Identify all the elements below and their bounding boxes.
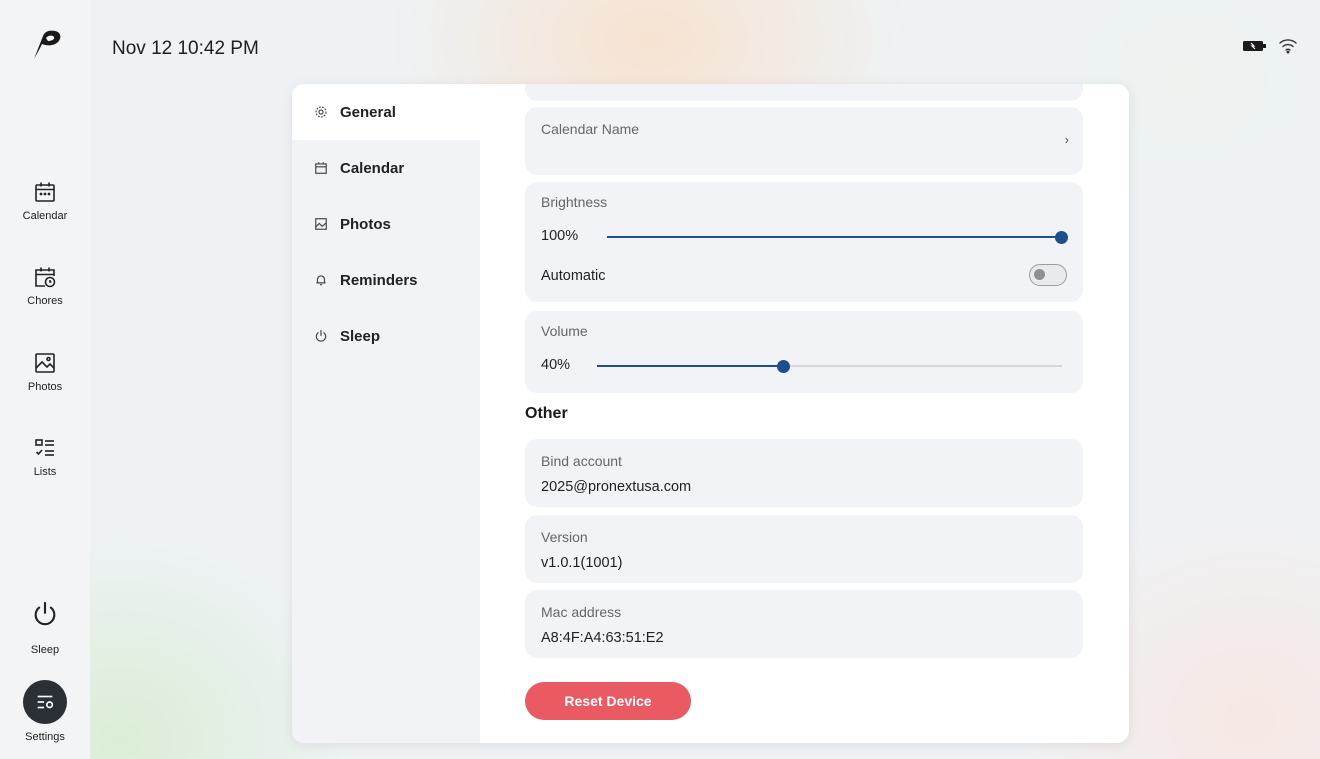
- bind-account-card: Bind account 2025@pronextusa.com: [525, 439, 1083, 507]
- mac-address-label: Mac address: [541, 604, 622, 620]
- mac-address-value: A8:4F:A4:63:51:E2: [541, 630, 664, 646]
- settings-nav-label: Reminders: [340, 271, 418, 289]
- volume-label: Volume: [541, 323, 588, 339]
- wifi-icon: [1279, 39, 1297, 54]
- settings-nav-calendar[interactable]: Calendar: [292, 140, 480, 196]
- lists-icon: [35, 439, 54, 456]
- rail-label-sleep: Sleep: [30, 644, 60, 656]
- rail-item-settings[interactable]: Settings: [0, 680, 90, 743]
- bind-account-label: Bind account: [541, 453, 622, 469]
- volume-slider[interactable]: [597, 359, 1062, 373]
- calendar-icon: [35, 182, 55, 202]
- version-label: Version: [541, 529, 588, 545]
- rail-label-settings: Settings: [25, 731, 65, 743]
- other-section-title: Other: [525, 405, 568, 422]
- scrolled-card: [525, 84, 1083, 101]
- volume-slider-fill: [597, 365, 783, 367]
- brightness-slider[interactable]: [607, 230, 1068, 244]
- settings-nav-label: Photos: [340, 215, 391, 233]
- volume-slider-thumb[interactable]: [776, 359, 790, 373]
- photos-icon: [35, 353, 55, 373]
- rail-item-chores[interactable]: Chores: [0, 265, 90, 307]
- volume-value: 40%: [541, 357, 571, 373]
- settings-nav-photos[interactable]: Photos: [292, 196, 480, 252]
- general-settings-content: Calendar Name › Brightness 100% Automati…: [525, 84, 1083, 743]
- rail-label-lists: Lists: [33, 466, 57, 478]
- settings-nav-label: Sleep: [340, 327, 381, 345]
- left-rail: Calendar Chores Photos Lists Sleep Setti…: [0, 0, 90, 759]
- settings-icon: [37, 695, 54, 709]
- rail-item-lists[interactable]: Lists: [0, 436, 90, 478]
- settings-button[interactable]: [23, 680, 67, 724]
- automatic-label: Automatic: [541, 268, 606, 284]
- calendar-name-row[interactable]: Calendar Name ›: [525, 107, 1083, 175]
- settings-nav-sleep[interactable]: Sleep: [292, 308, 480, 364]
- chores-icon: [35, 267, 56, 288]
- calendar-icon: [315, 162, 327, 174]
- rail-label-photos: Photos: [27, 381, 63, 393]
- bind-account-value: 2025@pronextusa.com: [541, 479, 692, 495]
- version-value: v1.0.1(1001): [541, 555, 623, 571]
- battery-icon: [1243, 41, 1266, 51]
- rail-item-sleep[interactable]: Sleep: [0, 600, 90, 656]
- version-card: Version v1.0.1(1001): [525, 515, 1083, 583]
- volume-card: Volume 40%: [525, 311, 1083, 393]
- brightness-value: 100%: [541, 228, 579, 244]
- power-icon: [34, 601, 56, 626]
- bell-icon: [316, 275, 326, 286]
- rail-label-calendar: Calendar: [22, 210, 68, 222]
- settings-panel: General Calendar Photos Reminders Sleep: [292, 84, 1129, 743]
- brightness-card: Brightness 100% Automatic: [525, 182, 1083, 302]
- settings-nav-general[interactable]: General: [292, 84, 480, 140]
- toggle-knob: [1034, 269, 1045, 280]
- brightness-label: Brightness: [541, 194, 608, 210]
- settings-nav-label: Calendar: [340, 159, 405, 177]
- settings-sidebar: General Calendar Photos Reminders Sleep: [292, 84, 480, 743]
- mac-address-card: Mac address A8:4F:A4:63:51:E2: [525, 590, 1083, 658]
- brightness-slider-thumb[interactable]: [1054, 230, 1068, 244]
- rail-item-calendar[interactable]: Calendar: [0, 180, 90, 222]
- power-icon: [315, 329, 327, 342]
- calendar-name-label: Calendar Name: [541, 121, 640, 137]
- rail-item-photos[interactable]: Photos: [0, 351, 90, 393]
- app-logo: [34, 30, 61, 59]
- image-icon: [315, 218, 327, 230]
- reset-device-button[interactable]: Reset Device: [525, 682, 691, 720]
- settings-nav-reminders[interactable]: Reminders: [292, 252, 480, 308]
- settings-nav-label: General: [340, 103, 396, 121]
- status-icons: [1242, 38, 1298, 54]
- datetime: Nov 12 10:42 PM: [112, 38, 259, 59]
- rail-label-chores: Chores: [27, 295, 63, 307]
- chevron-right-icon: ›: [1064, 132, 1069, 147]
- gear-icon: [315, 106, 327, 118]
- brightness-slider-fill: [607, 236, 1061, 238]
- automatic-toggle[interactable]: [1029, 264, 1067, 286]
